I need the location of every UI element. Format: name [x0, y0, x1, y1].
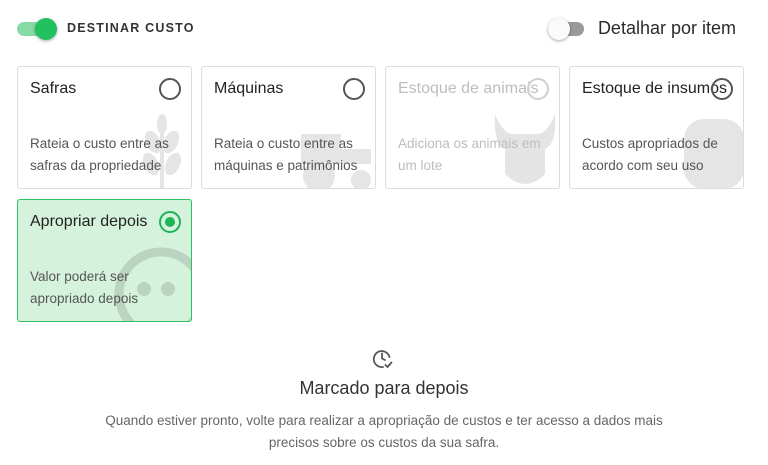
- card-title: Estoque de animais: [398, 80, 539, 97]
- option-card-safras[interactable]: Safras Rateia o custo entre as safras da…: [17, 66, 192, 189]
- option-card-estoque-de-insumos[interactable]: Estoque de insumos Custos apropriados de…: [569, 66, 744, 189]
- option-card-apropriar-depois[interactable]: Apropriar depois Valor poderá ser apropr…: [17, 199, 192, 322]
- card-description: Rateia o custo entre as safras da propri…: [30, 136, 169, 173]
- info-title: Marcado para depois: [299, 378, 469, 398]
- detalhar-por-item-control: Detalhar por item: [547, 17, 736, 40]
- destinar-custo-toggle[interactable]: [17, 17, 57, 40]
- card-description: Rateia o custo entre as máquinas e patri…: [214, 136, 358, 173]
- destinar-custo-label: DESTINAR CUSTO: [67, 21, 195, 35]
- radio-button: [527, 78, 549, 100]
- card-description: Adiciona os animais em um lote: [398, 136, 541, 173]
- card-title: Safras: [30, 80, 77, 97]
- card-description: Valor poderá ser apropriado depois: [30, 269, 139, 306]
- clock-check-icon: [372, 350, 393, 368]
- toggle-knob: [547, 18, 570, 40]
- card-description: Custos apropriados de acordo com seu uso: [582, 136, 718, 173]
- toggle-knob: [35, 18, 57, 40]
- radio-button[interactable]: [159, 78, 181, 100]
- info-description: Quando estiver pronto, volte para realiz…: [105, 413, 663, 450]
- card-title: Máquinas: [214, 80, 284, 97]
- radio-button[interactable]: [711, 78, 733, 100]
- option-card-maquinas[interactable]: Máquinas Rateia o custo entre as máquina…: [201, 66, 376, 189]
- radio-button-selected[interactable]: [159, 211, 181, 233]
- detalhar-por-item-toggle[interactable]: [547, 17, 588, 40]
- destinar-custo-control: DESTINAR CUSTO: [17, 17, 195, 40]
- radio-button[interactable]: [343, 78, 365, 100]
- detalhar-por-item-label: Detalhar por item: [597, 17, 736, 38]
- card-title: Estoque de insumos: [582, 80, 727, 97]
- option-card-estoque-de-animais: Estoque de animais Adiciona os animais e…: [385, 66, 560, 189]
- card-title: Apropriar depois: [30, 213, 148, 230]
